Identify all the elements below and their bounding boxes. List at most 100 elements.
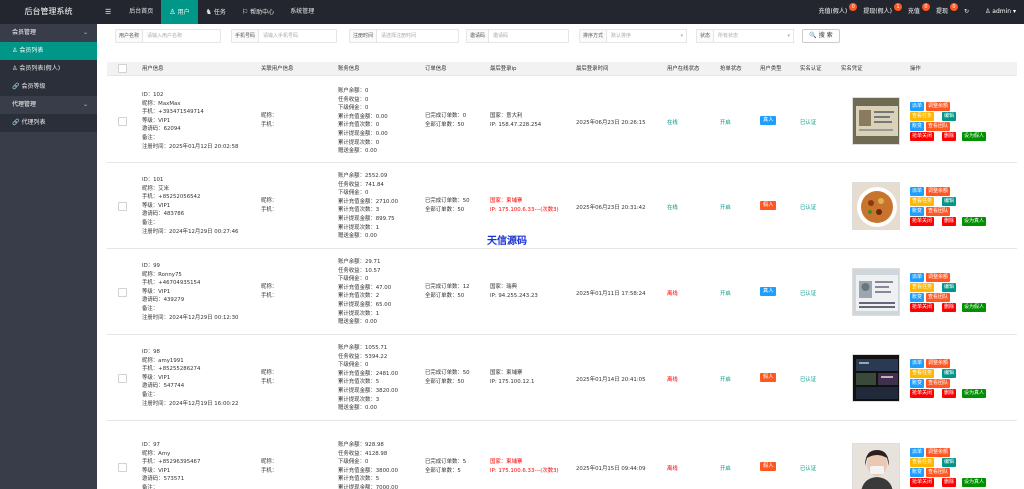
sidebar-item-0-0[interactable]: ♙ 会员列表	[0, 42, 97, 60]
action-button[interactable]: 查看任务	[910, 197, 935, 206]
sidebar-group-1[interactable]: 代理管理 ⌄	[0, 96, 97, 114]
action-button[interactable]: 派单	[910, 273, 925, 282]
invite-input[interactable]: 邀请码	[489, 29, 570, 43]
row-checkbox[interactable]	[118, 202, 127, 211]
topright-item-0[interactable]: 充值(假人) 0	[811, 0, 858, 24]
topright-item-1[interactable]: 提现(假人) 1	[855, 0, 902, 24]
action-button[interactable]: 调整余额	[926, 102, 951, 111]
action-button[interactable]: 抢单关闭	[910, 132, 935, 141]
user-info-line: 备注：	[142, 134, 159, 141]
grab-status[interactable]: 开启	[720, 464, 731, 472]
user-info-line: 昵称：Ronny75	[142, 271, 182, 278]
topright-item-3[interactable]: 提现 0	[928, 0, 958, 24]
row-checkbox[interactable]	[118, 117, 127, 126]
action-button[interactable]: 派单	[910, 359, 925, 368]
action-button[interactable]: 抢单关闭	[910, 217, 935, 226]
action-button[interactable]: 调整余额	[926, 273, 951, 282]
action-button[interactable]: 派单	[910, 187, 925, 196]
action-button[interactable]: 账变	[910, 379, 925, 388]
grab-status[interactable]: 开启	[720, 118, 731, 126]
account-info-line: 累计提现金额：7000.00	[338, 484, 399, 489]
action-button[interactable]: 查看任务	[910, 369, 935, 378]
action-button[interactable]: 设为真人	[962, 478, 987, 487]
action-button[interactable]: 调整余额	[926, 448, 951, 457]
topnav-item-2[interactable]: ♙ 用户	[161, 0, 198, 24]
action-button[interactable]: 查看团队	[926, 468, 951, 477]
topnav-item-3[interactable]: ♞ 任务	[198, 0, 234, 24]
id-proof-image[interactable]	[852, 443, 900, 489]
action-button[interactable]: 调整余额	[926, 359, 951, 368]
order-info: 已完成订单数：50 全部订单数：50	[425, 369, 470, 386]
id-proof-image[interactable]	[852, 97, 900, 145]
action-button[interactable]: 查看团队	[926, 122, 951, 131]
action-button[interactable]: 编辑	[942, 197, 957, 206]
action-button[interactable]: 设为真人	[962, 217, 987, 226]
admin-menu[interactable]: ♙ admin ▾	[977, 0, 1024, 24]
action-button[interactable]: 查看团队	[926, 293, 951, 302]
phone-input[interactable]: 请输入手机号码	[259, 29, 338, 43]
action-button[interactable]: 查看任务	[910, 112, 935, 121]
id-proof-image[interactable]	[852, 268, 900, 316]
action-button[interactable]: 派单	[910, 448, 925, 457]
topnav-item-5[interactable]: 系统管理	[282, 0, 322, 24]
action-button[interactable]: 删除	[942, 217, 957, 226]
action-button[interactable]: 抢单关闭	[910, 303, 935, 312]
action-button[interactable]: 编辑	[942, 283, 957, 292]
last-login-time: 2025年01月11日 17:58:24	[576, 291, 646, 297]
topnav-item-0[interactable]: ☰	[97, 0, 121, 24]
last-login-ip-line: 国家：柬埔寨	[490, 459, 523, 465]
account-info-line: 累计提现金额：0.00	[338, 130, 388, 137]
sidebar-item-1-0[interactable]: 🔗 代理列表	[0, 114, 97, 132]
regtime-input[interactable]: 请选择注册时间	[377, 29, 460, 43]
grab-status[interactable]: 开启	[720, 289, 731, 297]
action-button[interactable]: 删除	[942, 303, 957, 312]
row-checkbox[interactable]	[118, 288, 127, 297]
account-info-line: 累计提现次数：1	[338, 224, 380, 231]
user-info-line: 备注：	[142, 305, 159, 312]
select-all-checkbox[interactable]	[118, 64, 127, 73]
row-checkbox[interactable]	[118, 463, 127, 472]
id-proof-image[interactable]	[852, 354, 900, 402]
sidebar-group-0[interactable]: 会员管理 ⌄	[0, 24, 97, 42]
action-button[interactable]: 查看任务	[910, 283, 935, 292]
user-info-line: 昵称：amy1991	[142, 357, 184, 364]
action-button[interactable]: 调整余额	[926, 187, 951, 196]
search-button[interactable]: 🔍 搜 索	[802, 29, 840, 43]
grab-status[interactable]: 开启	[720, 375, 731, 383]
action-button[interactable]: 抢单关闭	[910, 389, 935, 398]
account-info: 账户余额：928.98 任务收益：4128.98 下级佣金：0 累计充值金额：3800…	[338, 441, 398, 489]
action-button[interactable]: 查看团队	[926, 379, 951, 388]
topnav-item-1[interactable]: 后台首页	[121, 0, 161, 24]
grab-status[interactable]: 开启	[720, 203, 731, 211]
sort-select[interactable]: 默认排序 ▾	[607, 29, 688, 43]
username-input[interactable]: 请输入用户名称	[143, 29, 222, 43]
row-checkbox[interactable]	[118, 374, 127, 383]
action-button[interactable]: 账变	[910, 293, 925, 302]
action-button[interactable]: 账变	[910, 122, 925, 131]
regtime-filter: 注册时间 请选择注册时间	[349, 29, 460, 43]
refresh-icon[interactable]: ↻	[956, 0, 977, 24]
action-button[interactable]: 编辑	[942, 458, 957, 467]
action-button[interactable]: 查看任务	[910, 458, 935, 467]
action-button[interactable]: 账变	[910, 468, 925, 477]
sidebar-item-0-2[interactable]: 🔗 会员等级	[0, 78, 97, 96]
last-login-ip-line: IP: 175.100.6.33---(次数3)	[490, 206, 559, 213]
account-info-line: 累计提现次数：3	[338, 396, 380, 403]
action-button[interactable]: 删除	[942, 132, 957, 141]
action-button[interactable]: 设为假人	[962, 132, 987, 141]
topright-item-2[interactable]: 充值 0	[900, 0, 930, 24]
action-button[interactable]: 账变	[910, 207, 925, 216]
action-button[interactable]: 编辑	[942, 112, 957, 121]
action-button[interactable]: 抢单关闭	[910, 478, 935, 487]
action-button[interactable]: 删除	[942, 478, 957, 487]
sidebar-item-0-1[interactable]: ♙ 会员列表(假人)	[0, 60, 97, 78]
action-button[interactable]: 编辑	[942, 369, 957, 378]
id-proof-image[interactable]	[852, 182, 900, 230]
action-button[interactable]: 查看团队	[926, 207, 951, 216]
action-button[interactable]: 派单	[910, 102, 925, 111]
action-button[interactable]: 设为真人	[962, 389, 987, 398]
action-button[interactable]: 删除	[942, 389, 957, 398]
action-button[interactable]: 设为假人	[962, 303, 987, 312]
status-select[interactable]: 所有状态 ▾	[714, 29, 795, 43]
topnav-item-4[interactable]: ⚐ 帮助中心	[234, 0, 282, 24]
